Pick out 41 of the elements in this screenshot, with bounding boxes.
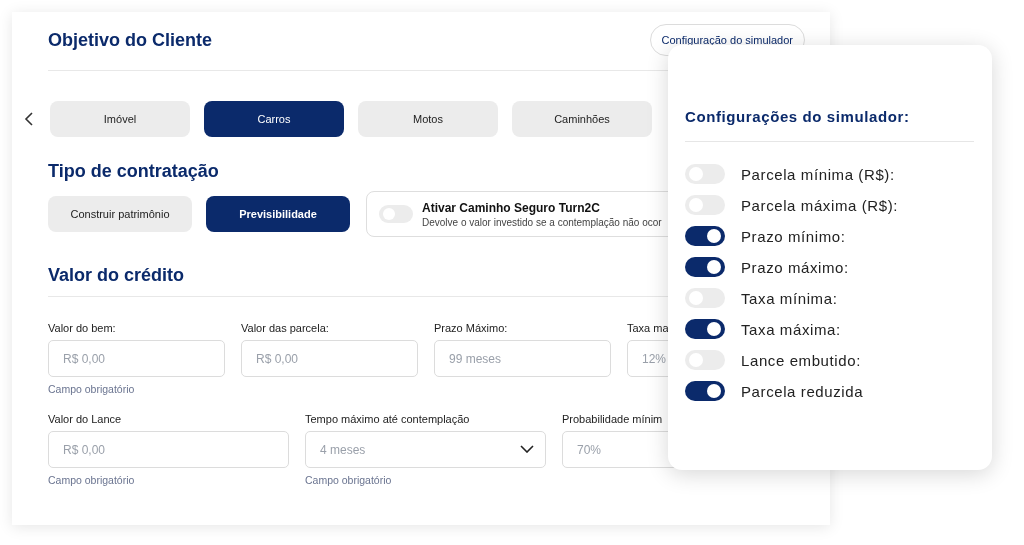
panel-title: Configurações do simulador:: [685, 108, 974, 142]
section-title: Tipo de contratação: [48, 161, 219, 182]
setting-label: Taxa máxima:: [741, 320, 841, 338]
category-tab[interactable]: Caminhões: [512, 101, 652, 137]
category-tab[interactable]: Carros: [204, 101, 344, 137]
input-field[interactable]: 99 meses: [434, 340, 611, 377]
field-label: Valor das parcela:: [241, 322, 329, 336]
contract-option[interactable]: Construir patrimônio: [48, 196, 192, 232]
category-tab[interactable]: Imóvel: [50, 101, 190, 137]
category-tab[interactable]: Motos: [358, 101, 498, 137]
setting-label: Parcela reduzida: [741, 382, 864, 400]
field-label: Probabilidade mínim: [562, 413, 663, 427]
field-label: Valor do bem:: [48, 322, 116, 336]
section-title: Valor do crédito: [48, 265, 185, 286]
input-field[interactable]: R$ 0,00: [48, 431, 289, 468]
field-label: Tempo máximo até contemplação: [305, 413, 470, 427]
contract-option[interactable]: Previsibilidade: [206, 196, 350, 232]
toggle-switch[interactable]: [685, 257, 725, 277]
chevron-down-icon: [520, 445, 534, 453]
insurance-description: Devolve o valor investido se a contemplação não ocor: [422, 216, 662, 228]
toggle-switch[interactable]: [685, 381, 725, 401]
setting-label: Parcela máxima (R$):: [741, 196, 899, 214]
select-field[interactable]: 4 meses: [305, 431, 546, 468]
section-title: Objetivo do Cliente: [48, 29, 212, 51]
setting-label: Parcela mínima (R$):: [741, 165, 895, 183]
field-label: Prazo Máximo:: [434, 322, 508, 336]
setting-label: Prazo máximo:: [741, 258, 849, 276]
insurance-title: Ativar Caminho Seguro Turn2C: [422, 200, 601, 215]
toggle-switch[interactable]: [685, 319, 725, 339]
setting-label: Lance embutido:: [741, 351, 861, 369]
setting-label: Prazo mínimo:: [741, 227, 846, 245]
helper-text: Campo obrigatório: [305, 474, 392, 487]
helper-text: Campo obrigatório: [48, 474, 135, 487]
toggle-switch[interactable]: [685, 226, 725, 246]
setting-label: Taxa mínima:: [741, 289, 838, 307]
input-field[interactable]: R$ 0,00: [241, 340, 418, 377]
helper-text: Campo obrigatório: [48, 383, 135, 396]
field-label: Valor do Lance: [48, 413, 122, 427]
field-label: Taxa ma: [627, 322, 669, 336]
input-field[interactable]: R$ 0,00: [48, 340, 225, 377]
back-icon[interactable]: [24, 112, 34, 126]
